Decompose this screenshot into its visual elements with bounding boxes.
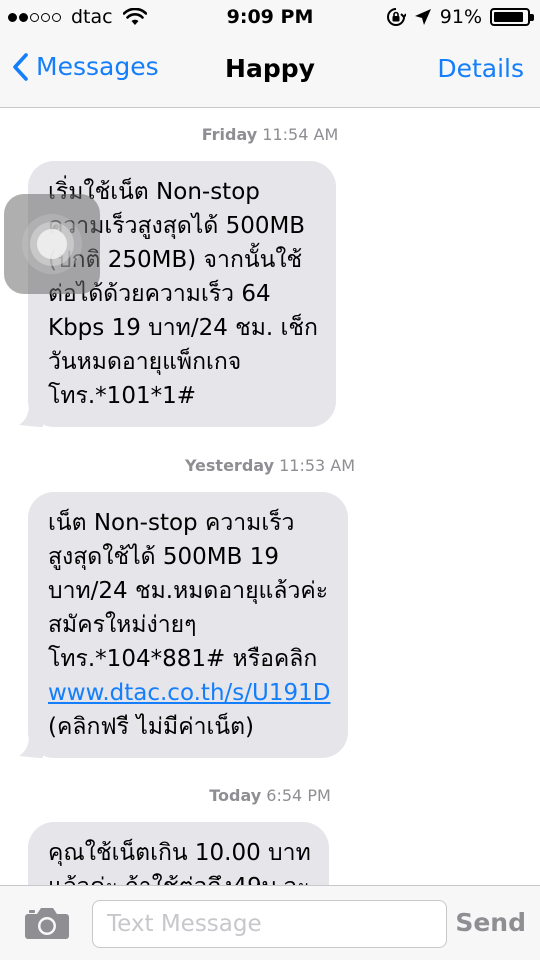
message-bubble[interactable]: เน็ต Non-stop ความเร็ว สูงสุดใช้ได้ 500M… [19, 492, 349, 758]
status-right: 91% [386, 6, 534, 28]
text-message-input[interactable] [92, 900, 447, 948]
navigation-bar: Messages Happy Details [0, 36, 540, 108]
message-line: (คลิกฟรี ไม่มีค่าเน็ต) [48, 714, 255, 740]
assistive-touch-button[interactable] [4, 194, 100, 294]
rotation-lock-icon [386, 8, 406, 26]
timestamp-time: 11:53 AM [279, 456, 356, 475]
bubble-tail [19, 405, 43, 427]
message-line: เน็ต Non-stop ความเร็ว [48, 510, 295, 536]
message-line: คุณใช้เน็ตเกิน 10.00 บาท [48, 840, 311, 866]
battery-percent: 91% [439, 6, 482, 28]
battery-icon [490, 8, 534, 26]
message-line: Kbps 19 บาท/24 ชม. เช็ก [48, 315, 318, 341]
message-line: สมัครใหม่ง่ายๆ [48, 612, 197, 638]
details-button[interactable]: Details [437, 54, 524, 83]
send-button[interactable]: Send [455, 908, 526, 937]
bubble-tail [19, 736, 43, 758]
message-line: สูงสุดใช้ได้ 500MB 19 [48, 544, 279, 570]
back-button-label: Messages [36, 52, 159, 81]
chevron-left-icon [13, 52, 28, 81]
message-line: วันหมดอายุแพ็กเกจ [48, 349, 242, 375]
battery-fill [494, 12, 524, 22]
message-line: โทร.*104*881# หรือคลิก [48, 646, 318, 672]
message-line: โทร.*101*1# [48, 383, 196, 409]
message-link[interactable]: www.dtac.co.th/s/U191D [48, 676, 330, 710]
timestamp-time: 11:54 AM [262, 125, 339, 144]
message-timestamp: Yesterday 11:53 AM [0, 456, 540, 475]
message-bubble[interactable]: คุณใช้เน็ตเกิน 10.00 บาท แล้วค่ะ ถ้าใช้ต… [28, 822, 329, 885]
timestamp-day: Yesterday [184, 456, 275, 475]
location-arrow-icon [414, 9, 431, 25]
timestamp-time: 6:54 PM [266, 786, 331, 805]
message-line: แล้วค่ะ ถ้าใช้ต่อถึง49บ.จะ [48, 870, 311, 885]
timestamp-day: Today [209, 786, 262, 805]
message-timestamp: Today 6:54 PM [0, 786, 540, 805]
back-button[interactable]: Messages [12, 52, 159, 81]
timestamp-day: Friday [201, 125, 258, 144]
status-bar: dtac 9:09 PM 91% [0, 0, 540, 36]
message-timestamp: Friday 11:54 AM [0, 125, 540, 144]
camera-icon[interactable] [24, 906, 70, 940]
message-line: บาท/24 ชม.หมดอายุแล้วค่ะ [48, 578, 329, 604]
message-input-bar: Send [0, 885, 540, 960]
